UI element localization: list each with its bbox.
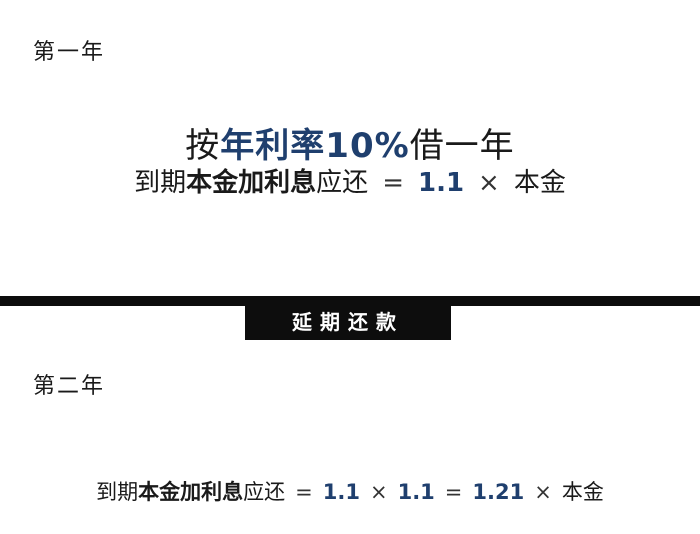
repayment-bold-text: 本金加利息 [138, 480, 244, 504]
loan-terms-prefix: 按 [185, 126, 221, 166]
factor-value-2: 1.1 [397, 480, 435, 504]
year-two-section: 第二年 到期本金加利息应还 = 1.1 × 1.1 = 1.21 × 本金 [0, 310, 700, 534]
result-value: 1.21 [472, 480, 525, 504]
equals-sign: = [295, 480, 313, 504]
year-two-repayment-line: 到期本金加利息应还 = 1.1 × 1.1 = 1.21 × 本金 [0, 476, 700, 506]
principal-text: 本金 [561, 480, 604, 504]
times-sign-2: × [534, 480, 552, 504]
times-sign-1: × [369, 480, 388, 504]
factor-value-1: 1.1 [322, 480, 360, 504]
principal-text: 本金 [513, 168, 566, 198]
repayment-prefix: 到期 [96, 480, 139, 504]
year-two-label: 第二年 [33, 374, 106, 399]
times-sign: × [478, 168, 500, 198]
year-one-repayment-line: 到期本金加利息应还 = 1.1 × 本金 [0, 162, 700, 199]
repayment-prefix: 到期 [134, 168, 187, 198]
repayment-suffix: 应还 [243, 480, 286, 504]
equals-sign-2: = [444, 480, 463, 504]
factor-value: 1.1 [417, 168, 465, 198]
equals-sign: = [382, 168, 404, 198]
loan-terms-suffix: 借一年 [409, 126, 515, 166]
annual-rate-text: 年利率10% [220, 126, 410, 166]
repayment-suffix: 应还 [316, 168, 369, 198]
year-one-label: 第一年 [33, 40, 106, 65]
repayment-bold-text: 本金加利息 [186, 168, 317, 198]
year-one-section: 第一年 按年利率10%借一年 到期本金加利息应还 = 1.1 × 本金 [0, 0, 700, 296]
loan-terms-line: 按年利率10%借一年 [0, 118, 700, 167]
